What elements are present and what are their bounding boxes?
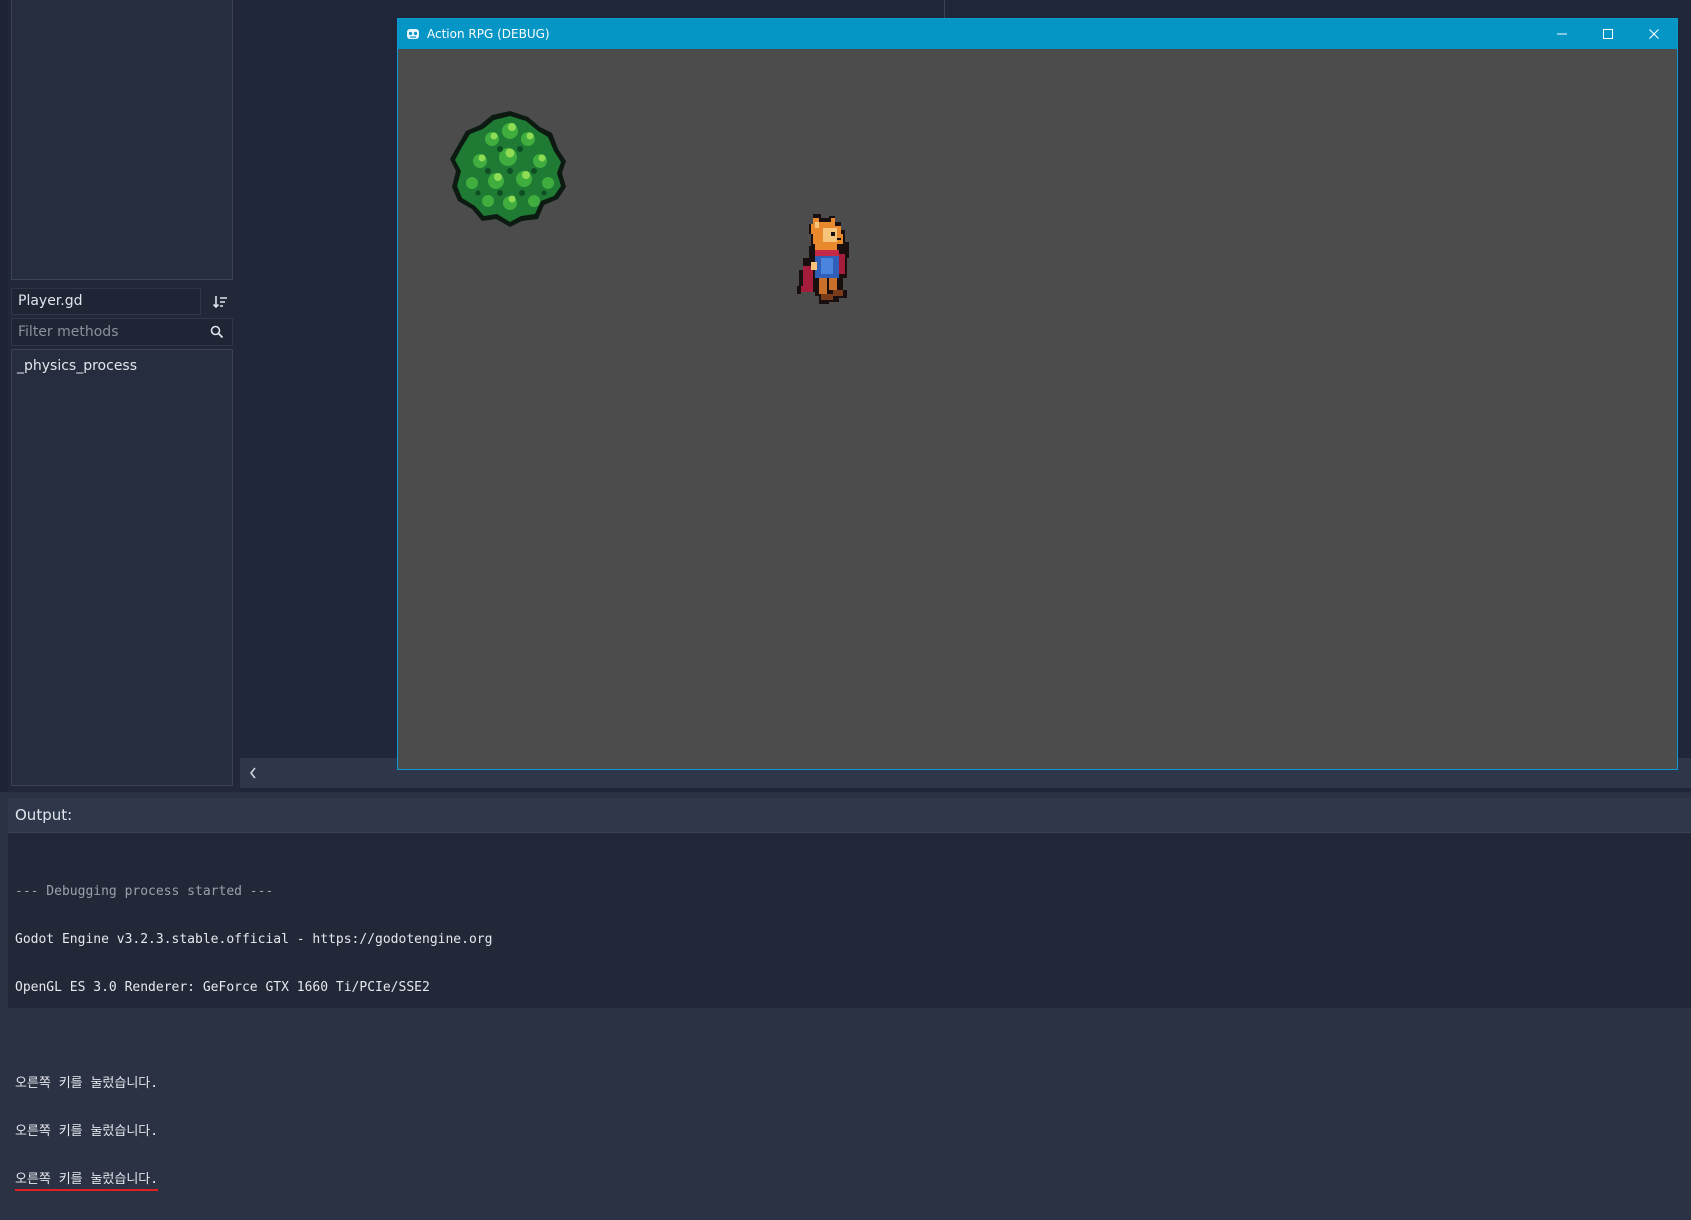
close-icon (1649, 29, 1659, 39)
window-controls (1539, 19, 1677, 49)
current-script-name[interactable]: Player.gd (11, 288, 201, 315)
godot-app-icon (406, 27, 420, 41)
minimize-icon (1557, 33, 1567, 35)
log-line: OpenGL ES 3.0 Renderer: GeForce GTX 1660… (15, 980, 430, 995)
close-button[interactable] (1631, 19, 1677, 49)
search-button[interactable] (207, 322, 227, 342)
minimize-button[interactable] (1539, 19, 1585, 49)
dock-edge (0, 0, 8, 792)
filter-methods-input[interactable] (11, 318, 233, 346)
output-panel: Output: --- Debugging process started --… (8, 798, 1691, 1187)
bush-sprite (450, 111, 566, 227)
divider (944, 0, 945, 18)
window-title: Action RPG (DEBUG) (427, 27, 550, 41)
game-viewport[interactable] (398, 49, 1677, 769)
script-list-panel[interactable] (11, 0, 233, 280)
method-item-physics-process[interactable]: _physics_process (12, 353, 232, 379)
log-line: 오른쪽 키를 눌렀습니다. (15, 1076, 159, 1091)
maximize-button[interactable] (1585, 19, 1631, 49)
output-log[interactable]: --- Debugging process started --- Godot … (15, 852, 1691, 1187)
method-list: _physics_process (11, 349, 233, 786)
sort-icon (212, 295, 227, 308)
log-line-text: 오른쪽 키를 눌렀습니다. (15, 1172, 159, 1187)
output-title: Output: (15, 806, 73, 824)
collapse-left-icon (249, 767, 256, 779)
log-line: 오른쪽 키를 눌렀습니다. (15, 1124, 159, 1139)
maximize-icon (1603, 29, 1613, 39)
search-icon (210, 325, 224, 339)
log-line-blank (15, 1028, 1691, 1044)
sort-methods-button[interactable] (206, 288, 233, 315)
output-header: Output: (8, 798, 1691, 833)
log-line-highlighted: 오른쪽 키를 눌렀습니다. (15, 1172, 1691, 1188)
game-window[interactable]: Action RPG (DEBUG) (397, 18, 1678, 770)
player-sprite (797, 214, 849, 304)
log-line: --- Debugging process started --- (15, 884, 274, 899)
log-line: Godot Engine v3.2.3.stable.official - ht… (15, 932, 493, 947)
window-title-bar[interactable]: Action RPG (DEBUG) (398, 19, 1677, 49)
collapse-panel-button[interactable] (243, 761, 263, 785)
